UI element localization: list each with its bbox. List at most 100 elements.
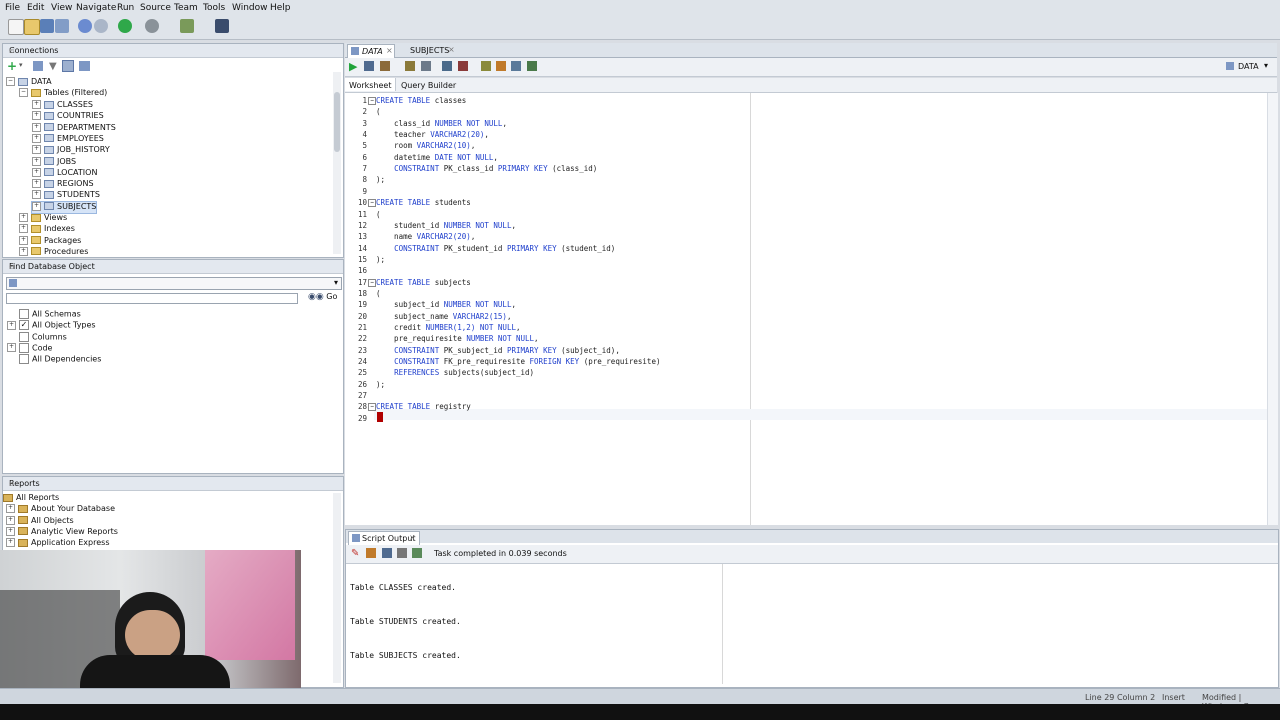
tree-item-table[interactable]: + STUDENTS bbox=[32, 190, 100, 201]
redo-icon[interactable] bbox=[94, 19, 108, 33]
tree-item-table[interactable]: + SUBJECTS bbox=[30, 200, 98, 214]
save-all-icon[interactable] bbox=[55, 19, 69, 33]
pin-icon[interactable]: ✎ bbox=[351, 548, 359, 559]
tree-item-tables[interactable]: − Tables (Filtered) bbox=[19, 88, 107, 99]
rollback-icon[interactable] bbox=[458, 61, 468, 71]
tree-item-views[interactable]: + Views bbox=[19, 213, 67, 224]
close-icon[interactable]: × bbox=[448, 45, 455, 54]
collapse-all-icon[interactable] bbox=[79, 61, 90, 71]
binoculars-icon[interactable] bbox=[215, 19, 229, 33]
report-item[interactable]: All Reports bbox=[3, 493, 59, 504]
fold-toggle-icon[interactable]: − bbox=[368, 97, 376, 105]
maximize-icon[interactable]: ▫ bbox=[9, 46, 338, 55]
undo-icon[interactable] bbox=[78, 19, 92, 33]
find-option[interactable]: Columns bbox=[7, 331, 67, 343]
checkbox[interactable] bbox=[19, 331, 29, 342]
fold-toggle-icon[interactable]: − bbox=[368, 403, 376, 412]
run-script-icon[interactable] bbox=[364, 61, 374, 71]
find-option[interactable]: + Code bbox=[7, 342, 52, 354]
code-line: subject_id NUMBER NOT NULL, bbox=[376, 300, 516, 310]
checkbox[interactable] bbox=[19, 342, 29, 353]
checkbox[interactable] bbox=[19, 309, 29, 319]
checkbox[interactable]: ✓ bbox=[19, 320, 29, 331]
fold-toggle-icon[interactable]: − bbox=[368, 278, 376, 287]
forward-icon[interactable] bbox=[118, 19, 132, 33]
tab-script-output[interactable]: Script Output × bbox=[348, 531, 420, 545]
find-option[interactable]: All Schemas bbox=[7, 309, 81, 320]
report-item[interactable]: + Analytic View Reports bbox=[6, 526, 118, 538]
connection-selector[interactable]: DATA ▾ bbox=[1222, 60, 1272, 73]
code-line: REFERENCES subjects(subject_id) bbox=[394, 368, 535, 378]
schema-browser-icon[interactable] bbox=[33, 61, 43, 71]
save-icon[interactable] bbox=[40, 19, 54, 33]
tree-item-procedures[interactable]: + Procedures bbox=[19, 246, 88, 258]
code-editor[interactable]: 1− CREATE TABLE classes 2(3 class_id NUMBE… bbox=[345, 93, 1267, 525]
tree-item-table[interactable]: + JOBS bbox=[32, 156, 76, 168]
find-option[interactable]: + ✓ All Object Types bbox=[7, 320, 96, 331]
open-folder-icon[interactable] bbox=[24, 19, 40, 35]
commit-icon[interactable] bbox=[442, 61, 452, 71]
go-button[interactable]: ◉◉ Go bbox=[308, 292, 337, 304]
editor-scrollbar[interactable] bbox=[1267, 93, 1278, 525]
menu-navigate[interactable]: Navigate bbox=[76, 3, 116, 13]
tree-item-table[interactable]: + LOCATION bbox=[32, 167, 97, 179]
save-icon[interactable] bbox=[382, 548, 392, 558]
close-icon[interactable]: × bbox=[409, 533, 416, 542]
menu-run[interactable]: Run bbox=[117, 3, 134, 13]
scrollbar-thumb[interactable] bbox=[334, 92, 340, 152]
scrollbar[interactable] bbox=[333, 493, 341, 683]
tab-subjects[interactable]: SUBJECTS × bbox=[395, 44, 457, 57]
menu-help[interactable]: Help bbox=[270, 3, 291, 13]
maximize-icon[interactable]: ▫ bbox=[9, 262, 338, 271]
tab-data[interactable]: DATA × bbox=[347, 44, 395, 58]
sql-icon[interactable] bbox=[180, 19, 194, 33]
print-icon[interactable] bbox=[397, 548, 407, 558]
chevron-down-icon[interactable]: ▾ bbox=[19, 61, 23, 69]
format-icon[interactable] bbox=[527, 61, 537, 71]
run-statement-icon[interactable]: ▶ bbox=[349, 60, 357, 73]
menu-edit[interactable]: Edit bbox=[27, 3, 44, 13]
menu-tools[interactable]: Tools bbox=[203, 3, 225, 13]
tree-item-table[interactable]: + CLASSES bbox=[32, 100, 93, 111]
fold-toggle-icon[interactable]: − bbox=[368, 199, 376, 208]
menu-file[interactable]: File bbox=[5, 3, 20, 13]
report-item[interactable]: + All Objects bbox=[6, 515, 74, 527]
maximize-icon[interactable]: ▫ bbox=[9, 479, 338, 488]
tab-worksheet[interactable]: Worksheet bbox=[345, 78, 396, 91]
checkbox[interactable] bbox=[19, 354, 29, 365]
connection-select[interactable]: ▾ bbox=[6, 277, 342, 290]
tree-item-data[interactable]: − DATA bbox=[6, 77, 52, 88]
autotrace-icon[interactable] bbox=[380, 61, 390, 71]
tab-query-builder[interactable]: Query Builder bbox=[397, 78, 457, 91]
eraser-icon[interactable] bbox=[366, 548, 376, 558]
tree-item-table[interactable]: + EMPLOYEES bbox=[32, 133, 104, 145]
unshared-sql-icon[interactable] bbox=[481, 61, 491, 71]
menu-view[interactable]: View bbox=[51, 3, 72, 13]
add-connection-icon[interactable]: + bbox=[7, 60, 17, 72]
tree-item-table[interactable]: + DEPARTMENTS bbox=[32, 122, 116, 134]
tree-item-table[interactable]: + JOB_HISTORY bbox=[32, 145, 110, 156]
tree-item-packages[interactable]: + Packages bbox=[19, 235, 81, 247]
sql-worksheet-icon[interactable] bbox=[62, 60, 74, 72]
tree-item-table[interactable]: + REGIONS bbox=[32, 179, 94, 190]
close-icon[interactable]: × bbox=[386, 46, 393, 55]
sql-tuning-icon[interactable] bbox=[421, 61, 431, 71]
menu-window[interactable]: Window bbox=[232, 3, 268, 13]
history-icon[interactable] bbox=[511, 61, 521, 71]
menu-team[interactable]: Team bbox=[174, 3, 198, 13]
scrollbar[interactable] bbox=[333, 72, 341, 254]
new-file-icon[interactable] bbox=[8, 19, 24, 35]
search-input[interactable] bbox=[6, 293, 298, 304]
chevron-down-icon[interactable]: ▾ bbox=[334, 278, 338, 287]
clear-icon[interactable] bbox=[496, 61, 506, 71]
report-item[interactable]: + About Your Database bbox=[6, 504, 115, 515]
filter-icon[interactable]: ▼ bbox=[49, 61, 57, 72]
back-icon[interactable] bbox=[145, 19, 159, 33]
tree-item-table[interactable]: + COUNTRIES bbox=[32, 111, 104, 122]
find-option[interactable]: All Dependencies bbox=[7, 354, 101, 365]
output-view-icon[interactable] bbox=[412, 548, 422, 558]
explain-plan-icon[interactable] bbox=[405, 61, 415, 71]
tree-item-indexes[interactable]: + Indexes bbox=[19, 224, 75, 235]
report-item[interactable]: + Application Express bbox=[6, 538, 109, 549]
menu-source[interactable]: Source bbox=[140, 3, 171, 13]
